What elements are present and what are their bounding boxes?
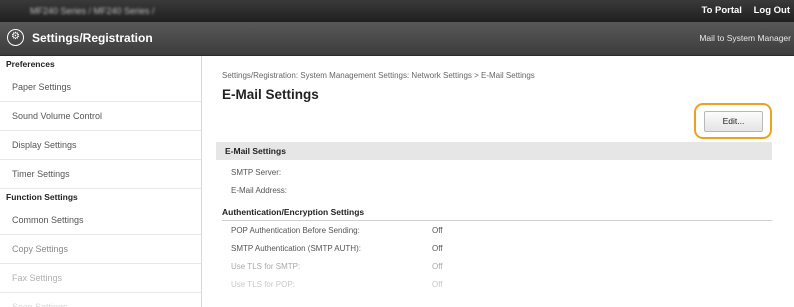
top-bar: MF240 Series / MF240 Series / To Portal … [0,0,794,22]
edit-button[interactable]: Edit... [704,111,763,132]
field-row-smtp-server: SMTP Server: [231,168,281,177]
field-value: Off [432,226,443,235]
settings-registration-icon: ⚙ [7,29,24,46]
header-title: Settings/Registration [32,31,153,45]
field-row-pop-auth: POP Authentication Before Sending: Off [231,226,443,235]
sidebar-item-scan-settings[interactable]: Scan Settings [0,293,201,307]
sidebar-item-fax-settings[interactable]: Fax Settings [0,264,201,293]
auth-encryption-heading: Authentication/Encryption Settings [222,207,772,221]
sidebar: Preferences Paper Settings Sound Volume … [0,56,202,307]
sidebar-item-paper-settings[interactable]: Paper Settings [0,73,201,102]
field-label: Use TLS for POP: [231,280,295,289]
sidebar-item-copy-settings[interactable]: Copy Settings [0,235,201,264]
field-value: Off [432,280,443,289]
field-value: Off [432,262,443,271]
breadcrumb: Settings/Registration: System Management… [222,71,535,80]
page-title: E-Mail Settings [222,87,319,102]
field-value: Off [432,244,443,253]
field-label: E-Mail Address: [231,186,288,195]
page-header: ⚙ Settings/Registration Mail to System M… [0,22,794,56]
section-title-email-settings: E-Mail Settings [216,142,772,160]
top-links: To Portal Log Out [692,0,790,22]
field-label: SMTP Authentication (SMTP AUTH): [231,244,361,253]
field-label: Use TLS for SMTP: [231,262,301,271]
sidebar-heading-preferences: Preferences [6,59,55,69]
log-out-link[interactable]: Log Out [754,5,790,16]
sidebar-item-common-settings[interactable]: Common Settings [0,206,201,235]
mail-to-system-manager-link[interactable]: Mail to System Manager [699,22,791,55]
field-row-tls-smtp: Use TLS for SMTP: Off [231,262,443,271]
sidebar-heading-function-settings: Function Settings [6,192,78,202]
field-row-smtp-auth: SMTP Authentication (SMTP AUTH): Off [231,244,443,253]
device-title: MF240 Series / MF240 Series / [30,6,155,16]
sidebar-item-display-settings[interactable]: Display Settings [0,131,201,160]
sidebar-item-timer-settings[interactable]: Timer Settings [0,160,201,189]
to-portal-link[interactable]: To Portal [701,5,741,16]
field-label: SMTP Server: [231,168,282,177]
sidebar-item-sound-volume-control[interactable]: Sound Volume Control [0,102,201,131]
field-label: POP Authentication Before Sending: [231,226,360,235]
field-row-email-address: E-Mail Address: [231,186,287,195]
field-row-tls-pop: Use TLS for POP: Off [231,280,443,289]
edit-button-highlight: Edit... [694,103,772,139]
main-content: Settings/Registration: System Management… [202,56,794,307]
